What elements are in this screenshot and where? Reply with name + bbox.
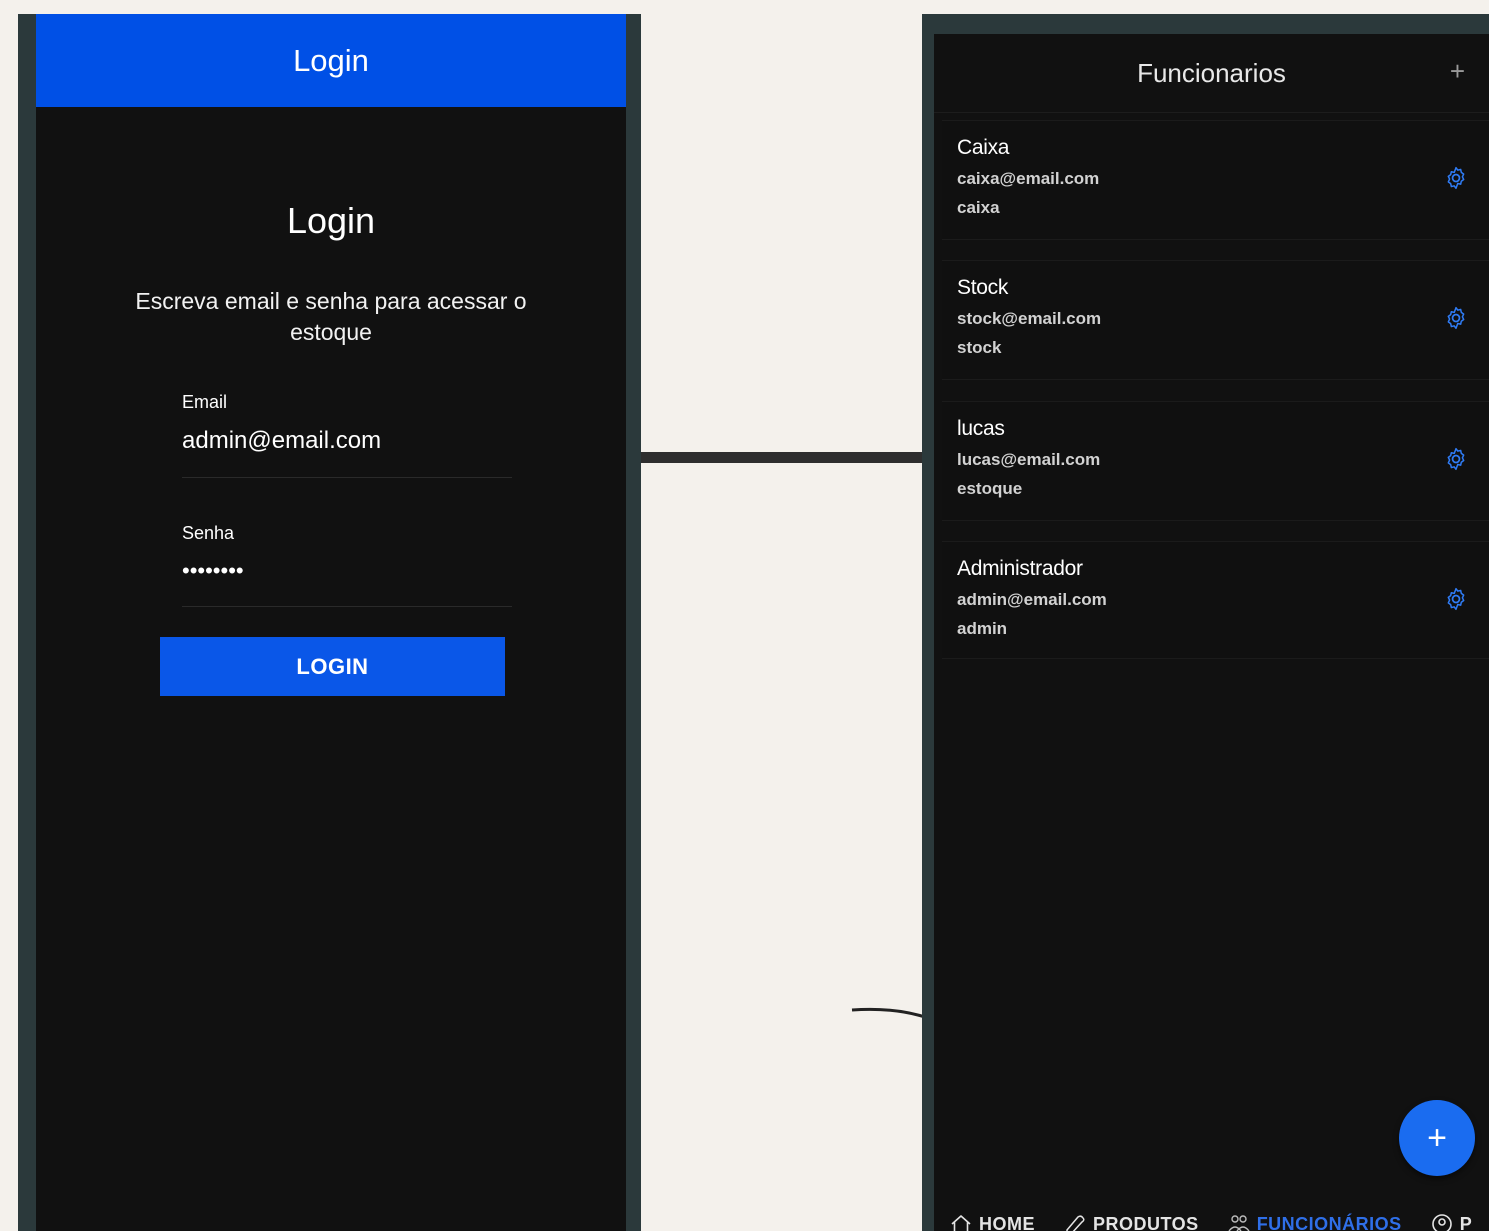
nav-label-profile: P [1459, 1213, 1473, 1231]
connector-line [641, 452, 922, 463]
gear-icon[interactable] [1443, 165, 1469, 191]
password-underline [182, 606, 512, 607]
employee-name: Administrador [957, 557, 1083, 580]
login-subtitle: Escreva email e senha para acessar o est… [135, 288, 527, 345]
funcionarios-header: Funcionarios + [934, 34, 1489, 113]
employee-email: admin@email.com [957, 590, 1107, 609]
connector-curve [851, 1007, 929, 1020]
add-employee-fab[interactable]: + [1399, 1100, 1475, 1176]
nav-item-home[interactable]: HOME [949, 1213, 1035, 1231]
employee-role: admin [957, 619, 1008, 638]
employee-card[interactable]: Administrador admin@email.com admin [942, 541, 1489, 659]
funcionarios-screen: Funcionarios + Caixa caixa@email.com cai… [934, 34, 1489, 1231]
email-label: Email [182, 392, 228, 412]
employee-name: Stock [957, 276, 1009, 299]
profile-icon [1431, 1214, 1452, 1231]
employee-name: lucas [957, 417, 1005, 440]
employee-role: stock [957, 338, 1002, 357]
employee-email: stock@email.com [957, 309, 1102, 328]
plus-icon[interactable]: + [1450, 56, 1465, 87]
employee-card[interactable]: Stock stock@email.com stock [942, 260, 1489, 380]
nav-item-produtos[interactable]: PRODUTOS [1063, 1213, 1199, 1231]
employee-email: caixa@email.com [957, 169, 1100, 188]
login-appbar: Login [36, 14, 626, 107]
password-field[interactable]: Senha •••••••• [182, 523, 512, 607]
nav-item-funcionarios[interactable]: FUNCIONÁRIOS [1227, 1213, 1402, 1231]
login-button[interactable]: LOGIN [160, 637, 505, 696]
employee-card[interactable]: Caixa caixa@email.com caixa [942, 120, 1489, 240]
nav-label-produtos: PRODUTOS [1093, 1213, 1199, 1231]
login-heading: Login [286, 200, 376, 241]
nav-label-funcionarios: FUNCIONÁRIOS [1256, 1213, 1402, 1231]
home-icon [951, 1215, 971, 1231]
email-input[interactable]: admin@email.com [182, 427, 512, 455]
gear-icon[interactable] [1443, 446, 1469, 472]
page-title: Funcionarios [1137, 57, 1286, 88]
email-field[interactable]: Email admin@email.com [182, 392, 512, 478]
gear-icon[interactable] [1443, 305, 1469, 331]
password-input[interactable]: •••••••• [182, 558, 512, 584]
employee-email: lucas@email.com [957, 450, 1101, 469]
nav-item-profile[interactable]: P [1430, 1213, 1473, 1231]
employee-name: Caixa [957, 136, 1010, 159]
gear-icon[interactable] [1443, 586, 1469, 612]
login-screen: Login Login Escreva email e senha para a… [36, 14, 626, 1231]
people-icon [1228, 1215, 1250, 1231]
password-label: Senha [182, 523, 235, 543]
appbar-title: Login [293, 42, 369, 78]
employee-role: estoque [957, 479, 1023, 498]
bottom-nav: HOME PRODUTOS FUNCIONÁRIOS P [934, 1209, 1489, 1231]
tag-icon [1066, 1215, 1085, 1231]
funcionarios-phone-frame: Funcionarios + Caixa caixa@email.com cai… [922, 14, 1489, 1231]
login-phone-frame: Login Login Escreva email e senha para a… [18, 14, 641, 1231]
employee-card[interactable]: lucas lucas@email.com estoque [942, 401, 1489, 521]
plus-icon: + [1427, 1118, 1447, 1157]
nav-label-home: HOME [979, 1213, 1035, 1231]
employee-role: caixa [957, 198, 1000, 217]
email-underline [182, 477, 512, 478]
